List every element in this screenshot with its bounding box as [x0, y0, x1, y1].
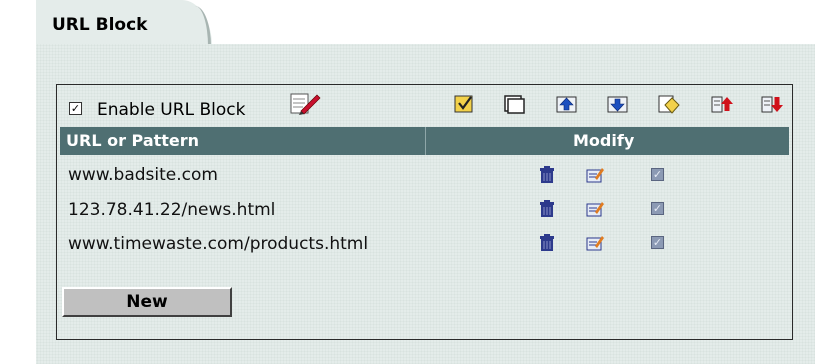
- row-enable-checkbox[interactable]: ✓: [651, 202, 664, 215]
- url-pattern: www.timewaste.com/products.html: [68, 234, 369, 254]
- url-column-header: URL or Pattern: [66, 131, 200, 150]
- delete-icon[interactable]: [538, 166, 556, 184]
- table-header: URL or Pattern Modify: [60, 127, 789, 155]
- clear-all-icon[interactable]: [502, 93, 526, 115]
- edit-icon[interactable]: [586, 234, 604, 252]
- row-enable-checkbox[interactable]: ✓: [651, 168, 664, 181]
- import-icon[interactable]: [710, 93, 734, 115]
- delete-icon[interactable]: [538, 200, 556, 218]
- move-down-icon[interactable]: [606, 93, 630, 115]
- new-button[interactable]: New: [62, 287, 232, 317]
- export-icon[interactable]: [760, 93, 784, 115]
- clear-list-icon[interactable]: [657, 93, 681, 115]
- modify-column-header: Modify: [573, 131, 635, 150]
- delete-icon[interactable]: [538, 234, 556, 252]
- table-row: 123.78.41.22/news.html: [60, 193, 789, 227]
- header-divider: [425, 127, 426, 155]
- enable-url-block-label: Enable URL Block: [97, 100, 246, 120]
- check-all-icon[interactable]: [452, 93, 476, 115]
- table-row: www.badsite.com: [60, 158, 789, 192]
- row-enable-checkbox[interactable]: ✓: [651, 236, 664, 249]
- url-block-tab[interactable]: URL Block: [36, 0, 212, 46]
- tab-title: URL Block: [52, 15, 148, 35]
- enable-url-block-checkbox[interactable]: ✓: [69, 102, 82, 115]
- edit-icon[interactable]: [586, 166, 604, 184]
- edit-icon[interactable]: [586, 200, 604, 218]
- url-pattern: www.badsite.com: [68, 165, 218, 185]
- url-pattern: 123.78.41.22/news.html: [68, 200, 276, 220]
- edit-pencil-icon[interactable]: [289, 91, 321, 117]
- move-up-icon[interactable]: [555, 93, 579, 115]
- table-row: www.timewaste.com/products.html: [60, 227, 789, 261]
